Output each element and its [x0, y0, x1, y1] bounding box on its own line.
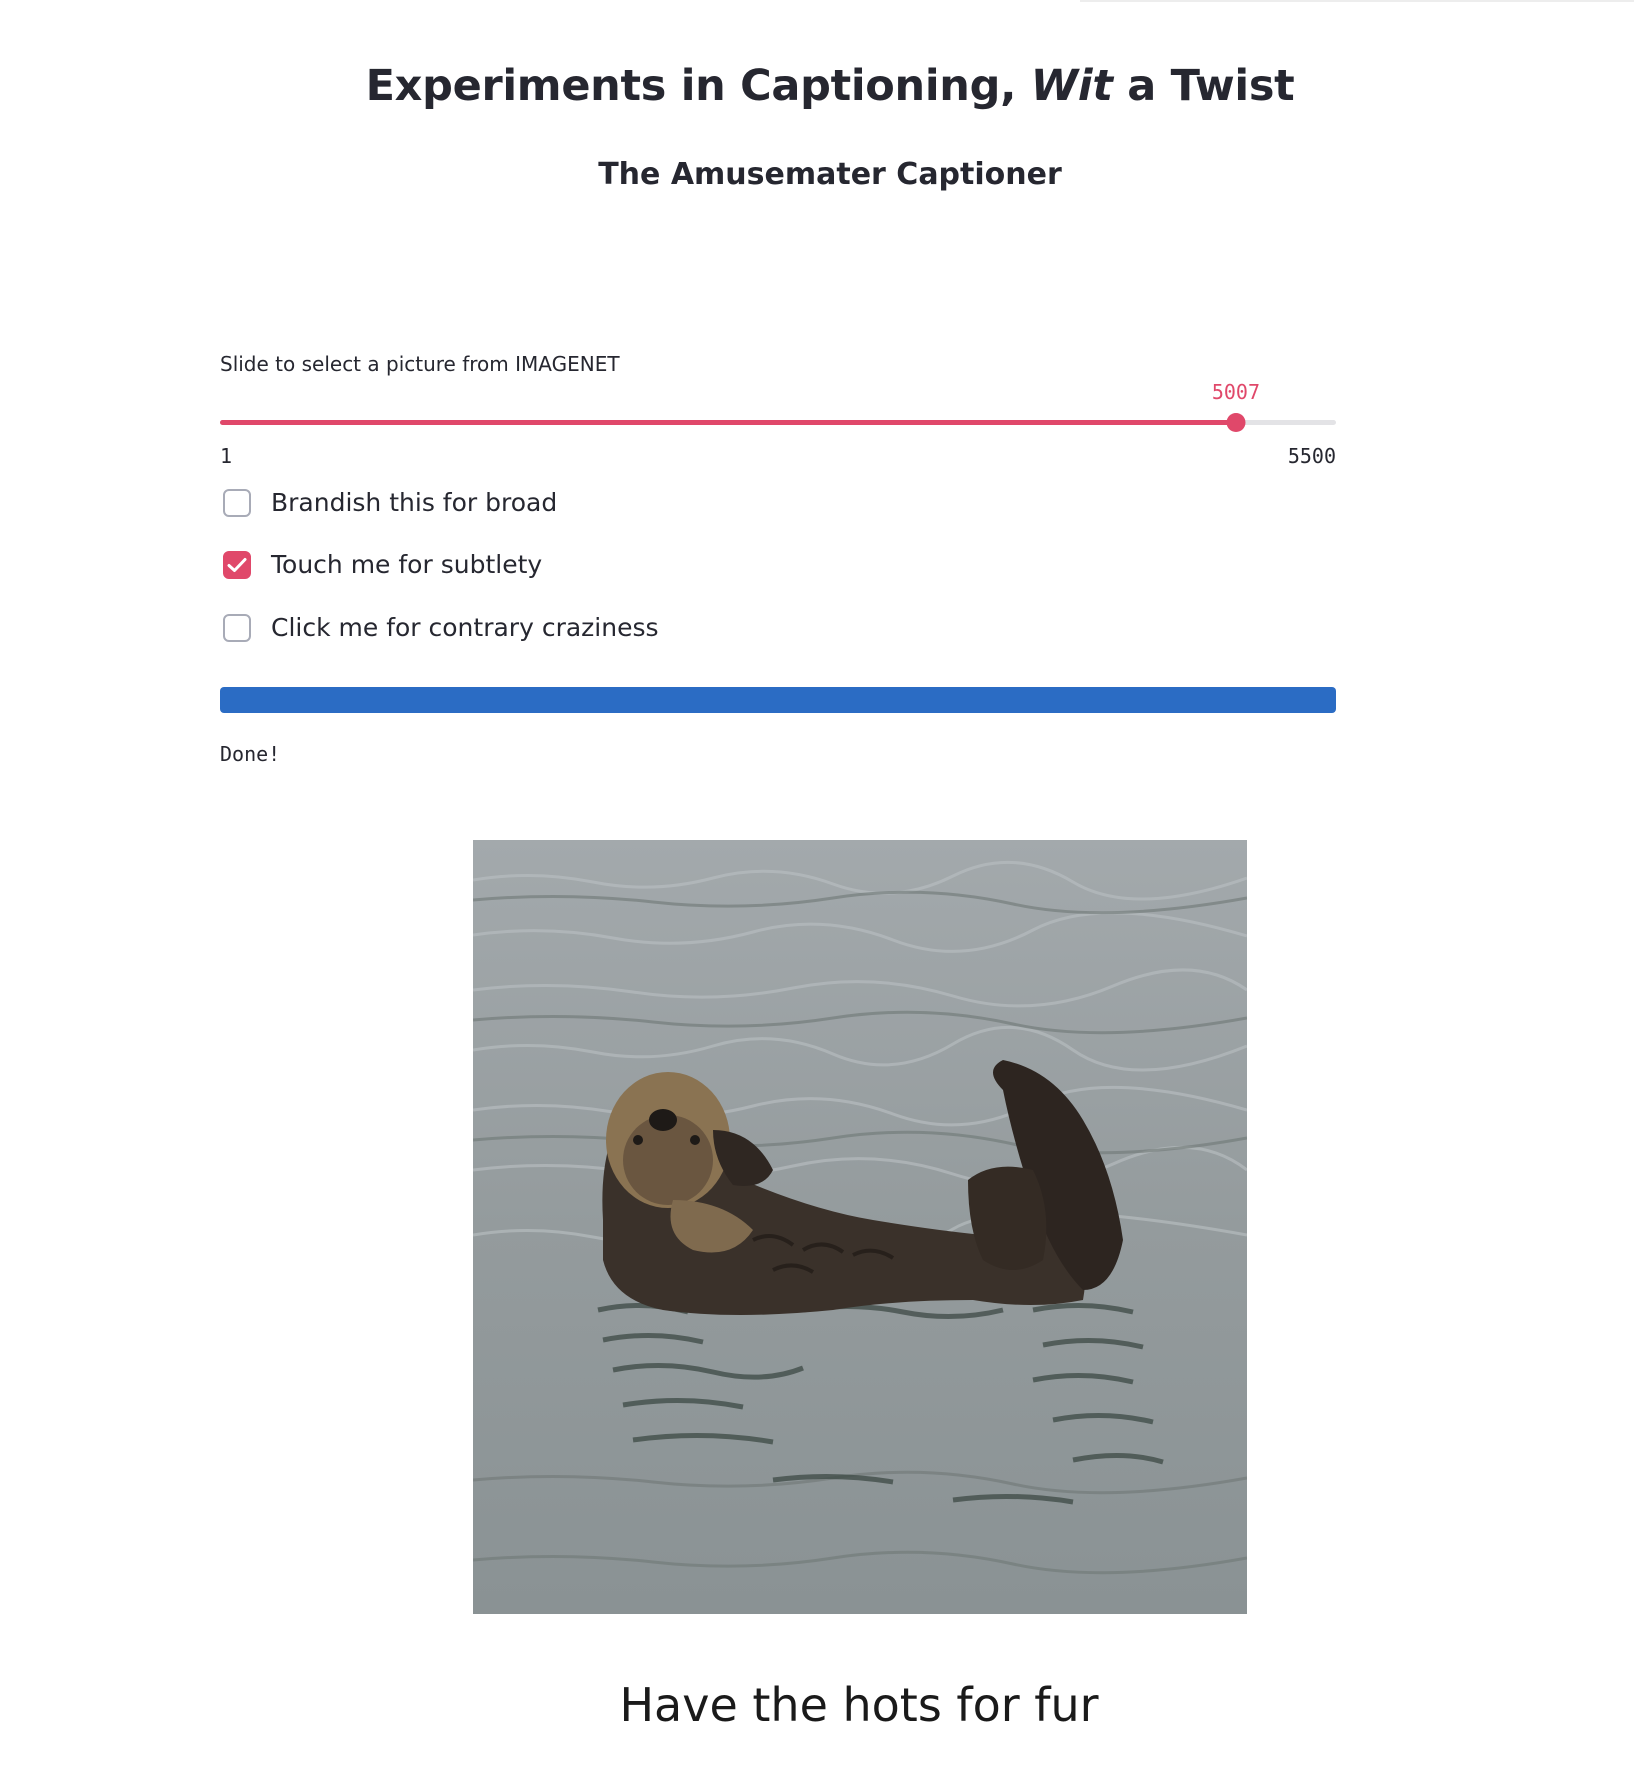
slider-current-value: 5007 — [1211, 380, 1261, 404]
otter-photo-icon — [473, 840, 1247, 1614]
slider-min-value: 1 — [220, 444, 233, 468]
checkbox-broad[interactable]: Brandish this for broad — [223, 486, 557, 520]
slider-max-value: 5500 — [1287, 444, 1336, 468]
page-title: Experiments in Captioning, Wit a Twist — [365, 61, 1295, 111]
checkbox-subtlety-label: Touch me for subtlety — [271, 550, 543, 579]
progress-fill — [220, 687, 1336, 713]
checkbox-craziness-label: Click me for contrary craziness — [271, 613, 659, 642]
image-index-slider[interactable]: 5007 1 5500 — [220, 380, 1336, 470]
image-caption: Have the hots for fur — [619, 1678, 1099, 1732]
status-text: Done! — [220, 742, 281, 766]
checkbox-broad-label: Brandish this for broad — [271, 488, 558, 517]
otter-photo — [473, 840, 1247, 1614]
checkbox-craziness-box[interactable] — [223, 614, 251, 642]
slider-thumb[interactable] — [1226, 413, 1246, 432]
checkbox-subtlety-box[interactable] — [223, 551, 251, 579]
checkbox-subtlety[interactable]: Touch me for subtlety — [223, 548, 542, 582]
checkmark-icon — [227, 558, 247, 572]
top-divider — [1080, 0, 1634, 2]
checkbox-broad-box[interactable] — [223, 489, 251, 517]
page-subtitle: The Amusemater Captioner — [598, 157, 1062, 192]
checkbox-craziness[interactable]: Click me for contrary craziness — [223, 611, 659, 645]
slider-fill — [220, 420, 1236, 425]
slider-label: Slide to select a picture from IMAGENET — [220, 352, 620, 376]
progress-bar — [220, 687, 1336, 713]
slider-track[interactable] — [220, 413, 1336, 432]
